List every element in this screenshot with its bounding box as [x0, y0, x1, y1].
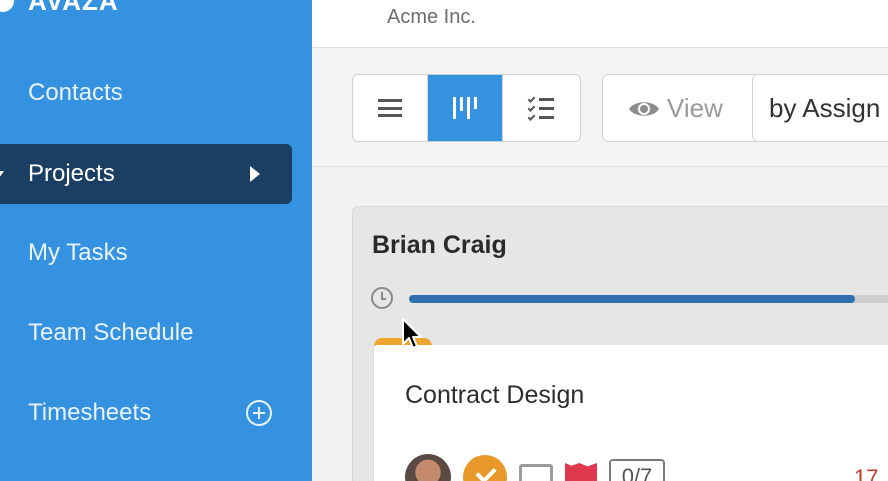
progress-bar [409, 295, 888, 303]
view-label: View [667, 92, 723, 123]
mouse-pointer-icon [402, 318, 422, 349]
caret-down-icon [0, 165, 4, 183]
sidebar: AVAZA Contacts Projects My Tasks Team Sc… [0, 0, 312, 481]
clock-icon [371, 287, 393, 309]
list-view-button[interactable] [353, 75, 428, 141]
kanban-icon [453, 97, 477, 119]
task-title: Contract Design [405, 381, 585, 409]
eye-icon [629, 102, 659, 116]
sidebar-item-label: My Tasks [28, 239, 128, 266]
due-date: 17 [854, 465, 879, 481]
subtask-count: 0/7 [609, 459, 665, 481]
sidebar-item-label: Projects [28, 160, 115, 187]
board-view-button[interactable] [428, 75, 503, 141]
brand-logo-icon [0, 0, 14, 12]
status-check-icon[interactable] [463, 455, 507, 481]
flag-icon [565, 463, 597, 481]
schedule-icon [0, 324, 4, 342]
tasks-icon [0, 244, 4, 262]
brand-name: AVAZA [28, 0, 119, 16]
sidebar-item-label: Contacts [28, 79, 123, 106]
sidebar-item-label: Timesheets [28, 399, 152, 426]
progress-fill [409, 295, 856, 303]
sidebar-item-projects[interactable]: Projects [0, 144, 292, 204]
sidebar-item-label: Team Schedule [28, 319, 194, 346]
task-card[interactable]: Contract Design 0/7 17 [374, 345, 888, 481]
view-mode-toggle [352, 74, 581, 142]
group-by-label: by Assign [769, 92, 881, 123]
group-by-select[interactable]: by Assign [752, 74, 888, 142]
checklist-view-button[interactable] [503, 75, 578, 141]
folder-icon [519, 464, 553, 481]
list-icon [378, 99, 402, 117]
task-card-footer: 0/7 [405, 454, 665, 481]
header: Acme Inc. [312, 0, 888, 48]
board-column: Brian Craig Contract Design 0/7 17 [352, 206, 888, 481]
toolbar: View by Assign [312, 49, 888, 167]
view-options-button[interactable]: View [602, 74, 762, 142]
checklist-icon [527, 95, 554, 121]
sidebar-item-my-tasks[interactable]: My Tasks [0, 223, 292, 283]
sidebar-item-team-schedule[interactable]: Team Schedule [0, 303, 292, 363]
add-timesheet-icon[interactable] [246, 400, 272, 426]
avatar[interactable] [405, 454, 451, 481]
chevron-right-icon [250, 166, 260, 182]
contacts-icon [0, 84, 4, 102]
main-panel: Acme Inc. View by Assign Brian Craig Con… [312, 0, 888, 481]
column-title: Brian Craig [372, 231, 507, 259]
company-name: Acme Inc. [387, 6, 476, 28]
sidebar-item-contacts[interactable]: Contacts [0, 63, 292, 123]
brand[interactable]: AVAZA [0, 0, 119, 16]
sidebar-item-timesheets[interactable]: Timesheets [0, 383, 292, 443]
app-window: AVAZA Contacts Projects My Tasks Team Sc… [0, 0, 888, 481]
